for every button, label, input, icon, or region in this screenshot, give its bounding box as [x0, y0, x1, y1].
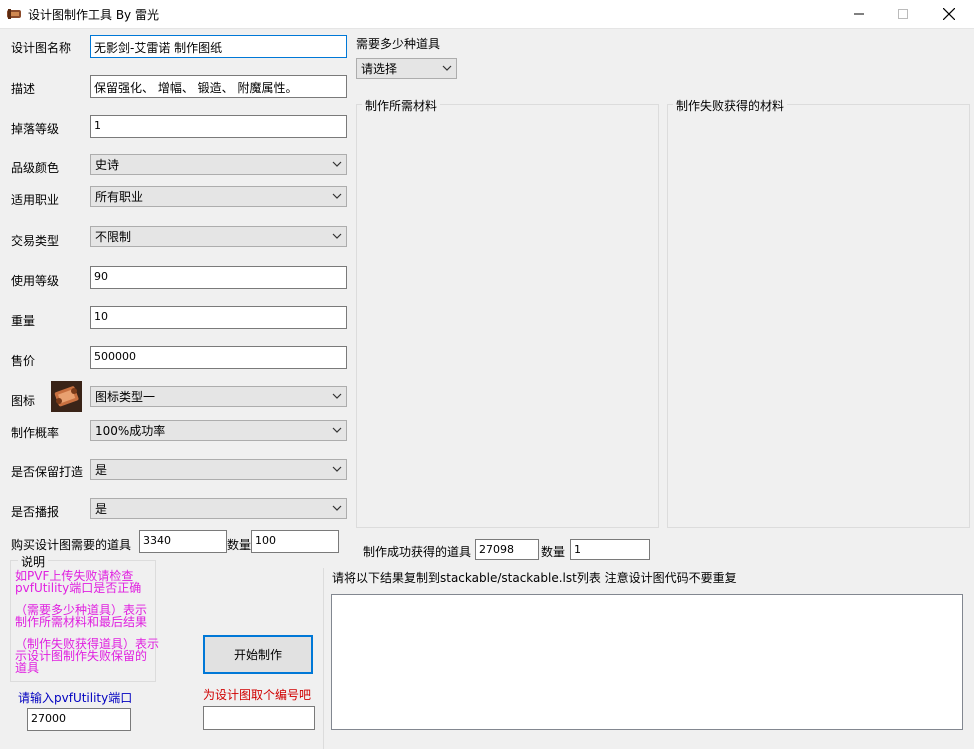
keep-forge-select[interactable]: 是 — [90, 459, 347, 480]
job-label: 适用职业 — [11, 193, 60, 207]
app-icon — [7, 9, 21, 19]
chevron-down-icon — [332, 193, 342, 199]
trade-select[interactable]: 不限制 — [90, 226, 347, 247]
note-line: pvfUtility端口是否正确 — [15, 581, 142, 595]
grade-value: 史诗 — [95, 158, 120, 172]
materials-group — [356, 104, 659, 528]
weight-label: 重量 — [11, 314, 36, 328]
weight-input[interactable]: 10 — [90, 306, 347, 329]
port-input[interactable]: 27000 — [27, 708, 131, 731]
trade-label: 交易类型 — [11, 234, 60, 248]
close-icon — [943, 8, 955, 20]
minimize-icon — [854, 13, 864, 15]
buy-qty-input[interactable]: 100 — [251, 530, 339, 553]
title-bar[interactable]: 设计图制作工具 By 雷光 — [0, 0, 974, 29]
desc-label: 描述 — [11, 82, 36, 96]
minimize-button[interactable] — [836, 0, 882, 28]
job-value: 所有职业 — [95, 190, 144, 204]
probability-select[interactable]: 100%成功率 — [90, 420, 347, 441]
buy-item-label: 购买设计图需要的道具 — [11, 538, 132, 552]
maximize-icon — [898, 9, 908, 19]
chevron-down-icon — [332, 427, 342, 433]
success-item-label: 制作成功获得的道具 — [363, 545, 472, 559]
probability-value: 100%成功率 — [95, 424, 166, 438]
broadcast-value: 是 — [95, 502, 108, 516]
start-button[interactable]: 开始制作 — [203, 635, 313, 674]
window-title: 设计图制作工具 By 雷光 — [28, 8, 159, 22]
port-label: 请输入pvfUtility端口 — [18, 691, 133, 705]
chevron-down-icon — [332, 161, 342, 167]
name-label: 设计图名称 — [11, 41, 72, 55]
name-input[interactable]: 无影剑-艾雷诺 制作图纸 — [90, 35, 347, 58]
chevron-down-icon — [332, 466, 342, 472]
price-label: 售价 — [11, 354, 36, 368]
chevron-down-icon — [332, 505, 342, 511]
drop-level-input[interactable]: 1 — [90, 115, 347, 138]
fail-materials-title: 制作失败获得的材料 — [673, 97, 788, 114]
keep-forge-value: 是 — [95, 463, 108, 477]
broadcast-label: 是否播报 — [11, 505, 60, 519]
kinds-value: 请选择 — [361, 62, 398, 76]
code-input[interactable] — [203, 706, 315, 730]
grade-label: 品级颜色 — [11, 161, 60, 175]
chevron-down-icon — [332, 233, 342, 239]
price-input[interactable]: 500000 — [90, 346, 347, 369]
buy-qty-label: 数量 — [227, 538, 252, 552]
code-label: 为设计图取个编号吧 — [203, 688, 312, 702]
note-line: 制作所需材料和最后结果 — [15, 615, 148, 629]
materials-title: 制作所需材料 — [362, 97, 441, 114]
chevron-down-icon — [442, 65, 452, 71]
icon-label: 图标 — [11, 394, 36, 408]
kinds-select[interactable]: 请选择 — [356, 58, 457, 79]
probability-label: 制作概率 — [11, 426, 60, 440]
maximize-button[interactable] — [880, 0, 926, 28]
notes-title: 说明 — [18, 553, 49, 570]
grade-select[interactable]: 史诗 — [90, 154, 347, 175]
fail-materials-group — [667, 104, 970, 528]
notes-text: 如PVF上传失败请检查 pvfUtility端口是否正确 （需要多少种道具）表示… — [15, 570, 159, 674]
drop-level-label: 掉落等级 — [11, 122, 60, 136]
divider — [323, 568, 324, 749]
desc-input[interactable]: 保留强化、 增幅、 锻造、 附魔属性。 — [90, 75, 347, 98]
result-textarea[interactable] — [331, 594, 963, 730]
success-qty-input[interactable]: 1 — [570, 539, 650, 560]
use-level-label: 使用等级 — [11, 274, 60, 288]
kinds-label: 需要多少种道具 — [356, 37, 441, 51]
icon-type-value: 图标类型一 — [95, 390, 156, 404]
broadcast-select[interactable]: 是 — [90, 498, 347, 519]
chevron-down-icon — [332, 393, 342, 399]
close-button[interactable] — [926, 0, 972, 28]
note-line: 道具 — [15, 661, 40, 675]
copy-hint: 请将以下结果复制到stackable/stackable.lst列表 注意设计图… — [332, 571, 737, 585]
keep-forge-label: 是否保留打造 — [11, 465, 84, 479]
success-qty-label: 数量 — [541, 545, 566, 559]
job-select[interactable]: 所有职业 — [90, 186, 347, 207]
success-item-input[interactable]: 27098 — [475, 539, 539, 560]
buy-item-input[interactable]: 3340 — [139, 530, 227, 553]
use-level-input[interactable]: 90 — [90, 266, 347, 289]
trade-value: 不限制 — [95, 230, 132, 244]
scroll-icon — [51, 381, 82, 412]
icon-type-select[interactable]: 图标类型一 — [90, 386, 347, 407]
